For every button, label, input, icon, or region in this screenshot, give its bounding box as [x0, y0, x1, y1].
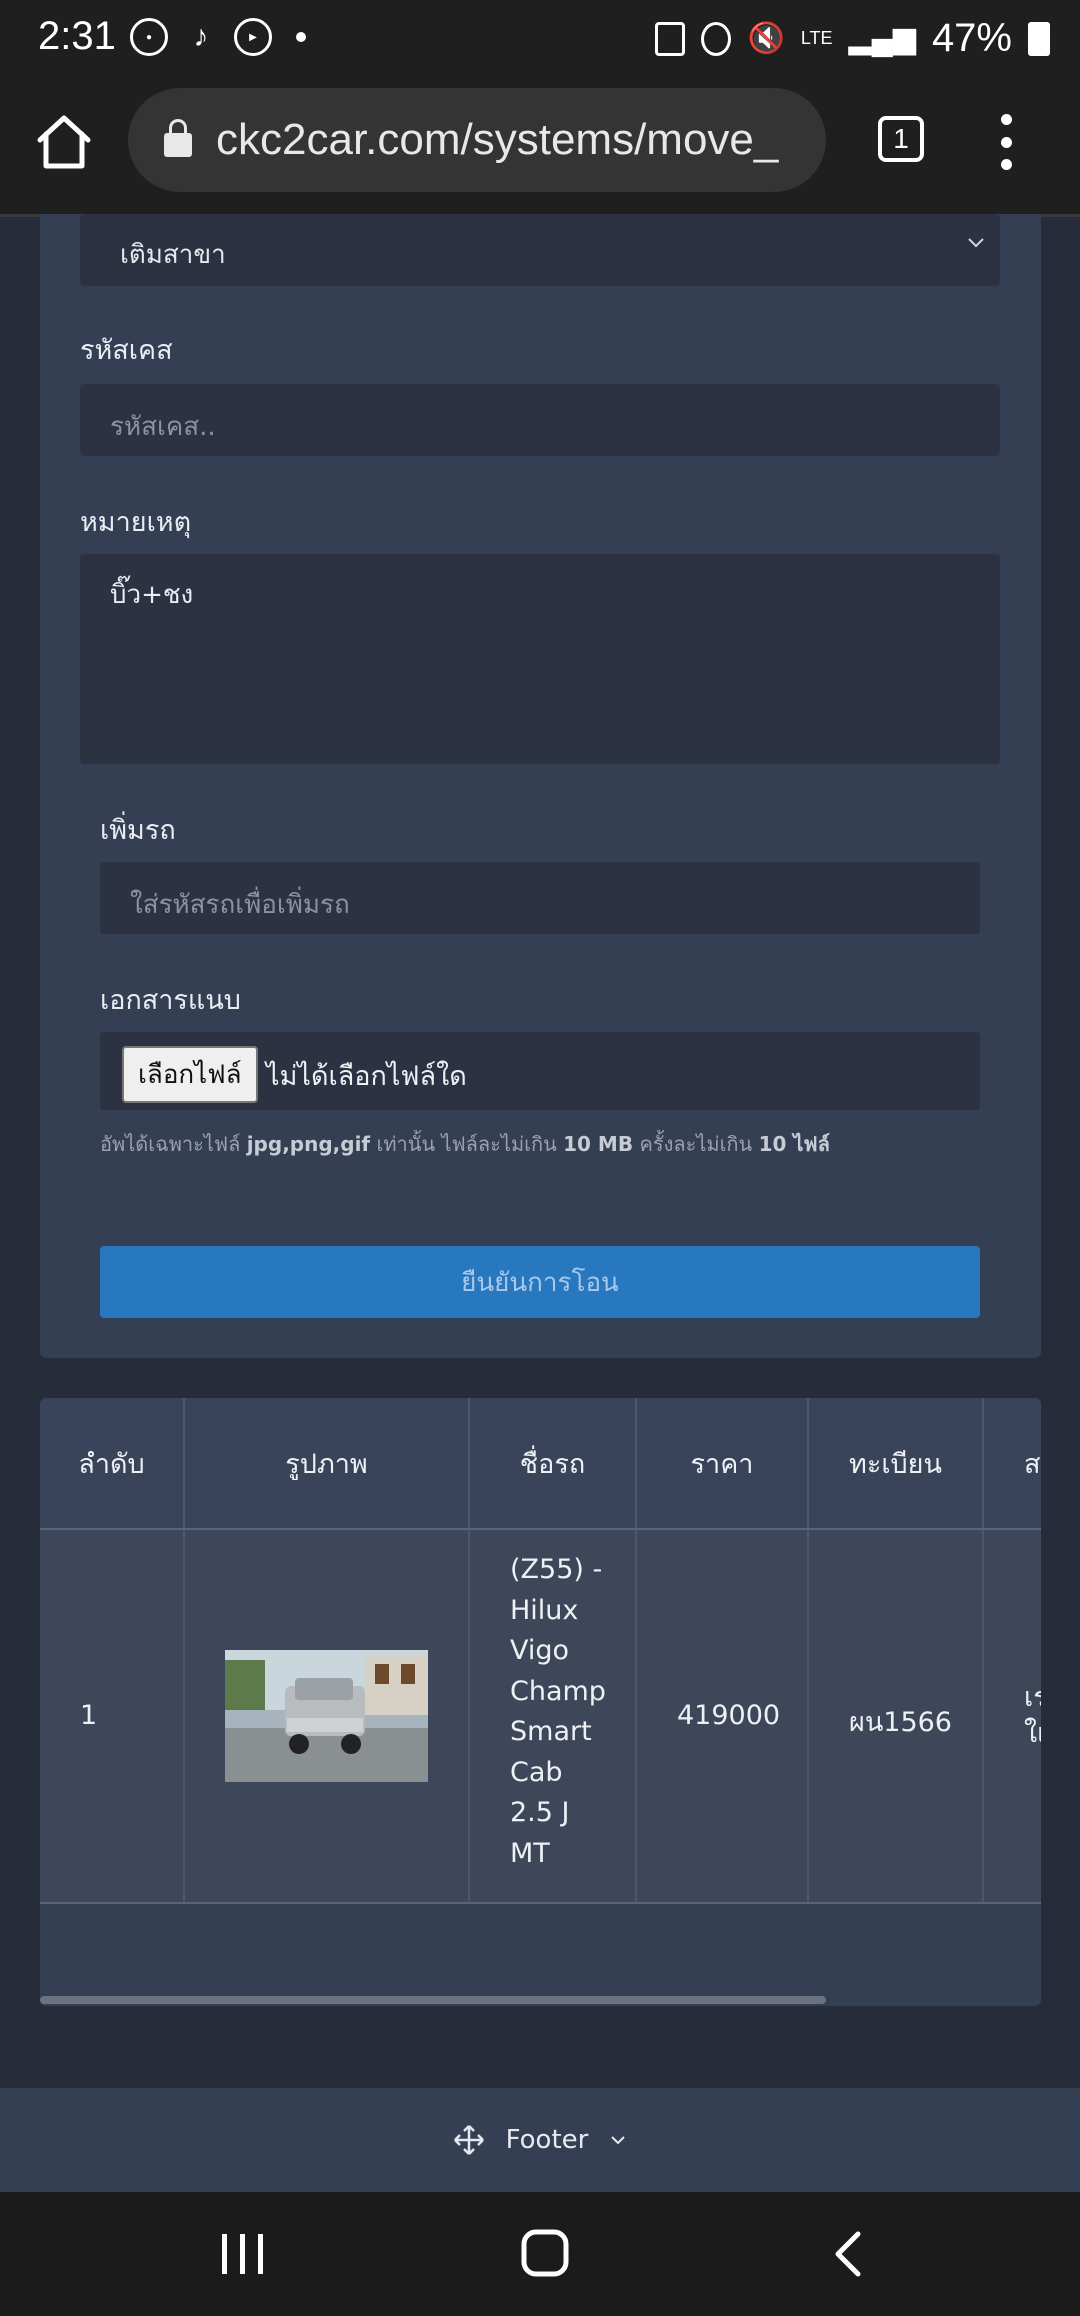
status-line: เร	[1024, 1682, 1041, 1713]
car-name-line: (Z55) -	[510, 1554, 603, 1585]
home-icon[interactable]	[36, 112, 92, 172]
footer-toggle[interactable]: Footer	[0, 2088, 1080, 2192]
upload-hint: อัพได้เฉพาะไฟล์ jpg,png,gif เท่านั้น ไฟล…	[100, 1128, 830, 1160]
car-name: (Z55) - Hilux Vigo Champ Smart Cab 2.5 J…	[510, 1550, 606, 1874]
home-nav-icon[interactable]	[520, 2228, 570, 2278]
notification-icons: ● ♪ ▶	[130, 18, 306, 56]
case-code-label: รหัสเคส	[80, 335, 173, 366]
status-right: 🔇 LTE ▂▄▆ 47%	[655, 16, 1050, 61]
chevron-down-icon	[968, 238, 984, 248]
row-index: 1	[80, 1700, 98, 1731]
hint-count: 10 ไฟล์	[758, 1132, 830, 1156]
note-textarea[interactable]: บิ๊ว+ชง	[80, 554, 1000, 764]
recent-apps-icon[interactable]	[218, 2232, 268, 2276]
confirm-transfer-button[interactable]: ยืนยันการโอน	[100, 1246, 980, 1318]
branch-select-value: เติมสาขา	[120, 240, 226, 270]
header-index: ลำดับ	[40, 1398, 185, 1528]
footer-label: Footer	[505, 2125, 589, 2155]
hint-prefix: อัพได้เฉพาะไฟล์	[100, 1132, 247, 1156]
car-price: 419000	[677, 1700, 781, 1731]
cell-price: 419000	[637, 1530, 809, 1902]
branch-select[interactable]: เติมสาขา	[80, 214, 1000, 286]
cell-index: 1	[40, 1530, 185, 1902]
signal-icon: ▂▄▆	[848, 22, 916, 55]
file-status-text: ไม่ได้เลือกไฟล์ใด	[266, 1061, 467, 1092]
note-label: หมายเหตุ	[80, 507, 192, 538]
back-icon[interactable]	[830, 2230, 866, 2278]
battery-percent: 47%	[931, 16, 1012, 60]
chevron-down-icon	[611, 2136, 626, 2145]
car-name-line: Vigo	[510, 1635, 570, 1666]
attachments-label: เอกสารแนบ	[100, 985, 241, 1016]
browser-toolbar: ckc2car.com/systems/move_ 1	[0, 84, 1080, 217]
header-car-name: ชื่อรถ	[470, 1398, 637, 1528]
address-bar[interactable]: ckc2car.com/systems/move_	[128, 88, 826, 192]
header-plate: ทะเบียน	[809, 1398, 984, 1528]
car-thumbnail[interactable]	[225, 1650, 428, 1782]
add-car-label: เพิ่มรถ	[100, 815, 176, 846]
add-car-placeholder: ใส่รหัสรถเพื่อเพิ่มรถ	[130, 890, 350, 920]
case-code-input[interactable]: รหัสเคส..	[80, 384, 1000, 456]
header-image: รูปภาพ	[185, 1398, 470, 1528]
car-name-line: Champ	[510, 1675, 606, 1707]
mute-icon: 🔇	[747, 22, 785, 55]
lock-icon	[164, 119, 192, 157]
car-name-line: Smart	[510, 1716, 592, 1747]
battery-icon	[1028, 21, 1050, 56]
transfer-form-card: เติมสาขา รหัสเคส รหัสเคส.. หมายเหตุ บิ๊ว…	[40, 214, 1041, 1358]
cell-plate: ผน1566	[809, 1530, 984, 1902]
hint-mid: เท่านั้น ไฟล์ละไม่เกิน	[370, 1132, 564, 1156]
lte-icon: LTE	[800, 28, 833, 48]
browser-menu-icon[interactable]	[996, 114, 1016, 170]
tiktok-app-icon: ♪	[193, 20, 209, 53]
case-code-placeholder: รหัสเคส..	[110, 412, 216, 442]
play-app-icon: ▶	[234, 18, 272, 56]
header-price: ราคา	[637, 1398, 809, 1528]
alarm-icon	[701, 21, 732, 56]
system-nav-bar	[0, 2192, 1080, 2316]
add-car-input[interactable]: ใส่รหัสรถเพื่อเพิ่มรถ	[100, 862, 980, 934]
status-line: ใเ	[1024, 1718, 1041, 1749]
url-text[interactable]: ckc2car.com/systems/move_	[216, 115, 806, 165]
more-notifications-icon	[296, 32, 306, 42]
tab-switcher-button[interactable]: 1	[878, 116, 924, 162]
note-value: บิ๊ว+ชง	[110, 580, 194, 610]
car-name-line: Cab	[510, 1756, 563, 1788]
car-status: เร ใเ	[1024, 1680, 1041, 1752]
header-status: ส	[1024, 1448, 1041, 1480]
cell-image	[185, 1530, 470, 1902]
status-bar: 2:31 ● ♪ ▶ 🔇 LTE ▂▄▆ 47%	[0, 0, 1080, 84]
table-header: ลำดับ รูปภาพ ชื่อรถ ราคา ทะเบียน ส	[40, 1398, 1041, 1528]
move-icon	[453, 2125, 484, 2155]
hint-types: jpg,png,gif	[246, 1132, 371, 1156]
status-time: 2:31	[38, 14, 116, 58]
hint-size: 10 MB	[563, 1132, 634, 1156]
file-upload-field[interactable]: เลือกไฟล์ ไม่ได้เลือกไฟล์ใด	[100, 1032, 980, 1110]
car-plate: ผน1566	[849, 1707, 952, 1738]
car-name-line: MT	[510, 1837, 550, 1869]
cell-car-name: (Z55) - Hilux Vigo Champ Smart Cab 2.5 J…	[470, 1530, 637, 1902]
hint-mid2: ครั้งละไม่เกิน	[633, 1132, 759, 1156]
choose-file-button[interactable]: เลือกไฟล์	[122, 1046, 258, 1103]
cell-status: เร ใเ	[984, 1530, 1041, 1902]
car-name-line: Hilux	[510, 1594, 579, 1626]
table-horizontal-scrollbar[interactable]	[40, 1996, 826, 2004]
table-row: 1 (Z55) - Hilux Vigo Champ Smart Cab 2.5…	[40, 1528, 1041, 1904]
battery-saver-icon	[655, 21, 686, 56]
car-table-card: ลำดับ รูปภาพ ชื่อรถ ราคา ทะเบียน ส 1 (Z5…	[40, 1398, 1041, 2006]
car-name-line: 2.5 J	[510, 1797, 570, 1828]
line-app-icon: ●	[130, 18, 168, 56]
